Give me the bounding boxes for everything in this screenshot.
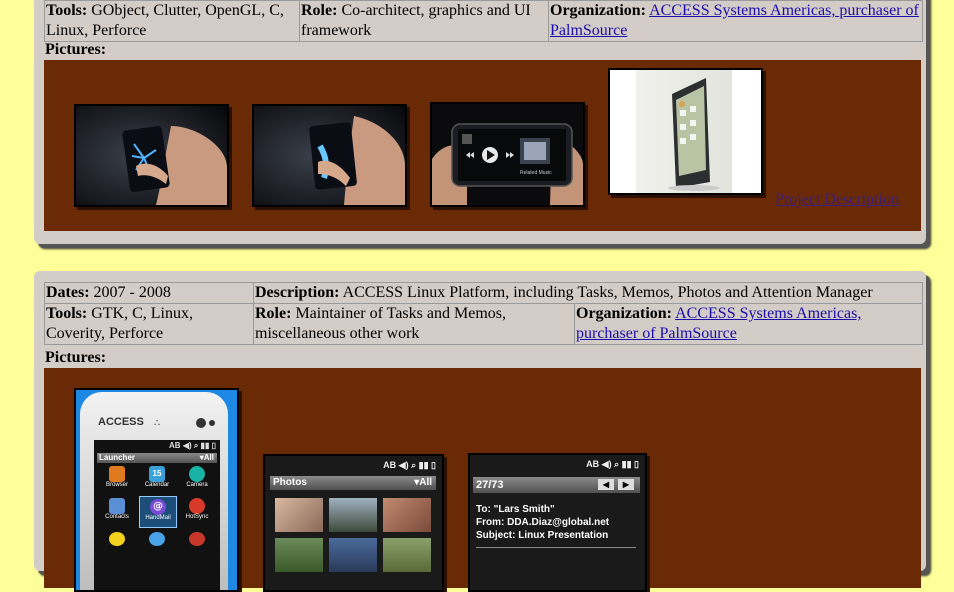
screenshot-photos[interactable]: AB ◀) ⌕ ▮▮ ▯ Photos ▾All xyxy=(263,454,444,592)
photos-title: Photos xyxy=(273,477,307,488)
mail-nav-bar: 27/73 ◀ ▶ xyxy=(473,477,640,493)
description-cell: Description: ACCESS Linux Platform, incl… xyxy=(253,282,923,304)
next-arrow-icon[interactable]: ▶ xyxy=(618,479,634,490)
organization-label: Organization: xyxy=(576,305,672,322)
status-bar: AB ◀) ⌕ ▮▮ ▯ xyxy=(169,441,216,450)
tools-label: Tools: xyxy=(46,305,88,322)
app-camera[interactable]: Camera xyxy=(179,466,215,488)
app-icon[interactable] xyxy=(189,532,205,546)
launcher-screen: AB ◀) ⌕ ▮▮ ▯ Launcher ▾All Browser 15 Ca… xyxy=(94,440,220,590)
calendar-icon: 15 xyxy=(149,466,165,482)
organization-cell: Organization: ACCESS Systems Americas, p… xyxy=(548,0,923,42)
role-cell: Role: Co-architect, graphics and UI fram… xyxy=(299,0,549,42)
organization-cell: Organization: ACCESS Systems Americas, p… xyxy=(574,303,923,345)
standing-device-image xyxy=(610,70,761,193)
divider xyxy=(476,547,636,548)
contacts-icon xyxy=(109,498,125,514)
music-player-image: Related Music xyxy=(432,104,583,205)
screenshot-launcher[interactable]: ACCESS ∴ AB ◀) ⌕ ▮▮ ▯ Launcher ▾All Brow… xyxy=(74,388,239,592)
role-cell: Role: Maintainer of Tasks and Memos, mis… xyxy=(253,303,575,345)
pictures-gallery: Related Music Project Description xyxy=(44,60,921,231)
launcher-title: Launcher xyxy=(99,453,136,462)
related-music-caption: Related Music xyxy=(520,170,552,176)
photo-tile[interactable] xyxy=(329,538,377,572)
app-contacts[interactable]: Contacts xyxy=(99,498,135,520)
photo-tile[interactable] xyxy=(275,498,323,532)
photo-thumbnail-gesture-1[interactable] xyxy=(74,104,229,207)
pictures-label: Pictures: xyxy=(45,41,107,58)
project-panel-1: Tools: GObject, Clutter, OpenGL, C, Linu… xyxy=(34,0,926,244)
dates-label: Dates: xyxy=(46,284,90,301)
mail-at-icon: @ xyxy=(150,499,166,515)
dots-icon: ∴ xyxy=(154,418,161,429)
hotsync-icon xyxy=(189,498,205,514)
pictures-label: Pictures: xyxy=(45,349,107,366)
status-text: AB xyxy=(169,441,181,450)
pictures-gallery: ACCESS ∴ AB ◀) ⌕ ▮▮ ▯ Launcher ▾All Brow… xyxy=(44,368,921,592)
phone-gesture-image xyxy=(76,106,227,205)
screenshot-mail[interactable]: AB ◀) ⌕ ▮▮ ▯ 27/73 ◀ ▶ To: "Lars Smith" … xyxy=(468,453,647,592)
table-row: Tools: GObject, Clutter, OpenGL, C, Linu… xyxy=(44,0,923,42)
project-2-info-table: Dates: 2007 - 2008 Description: ACCESS L… xyxy=(44,282,923,345)
app-hotsync[interactable]: HotSync xyxy=(179,498,215,520)
project-description-link[interactable]: Project Description xyxy=(775,190,899,210)
prev-arrow-icon[interactable]: ◀ xyxy=(598,479,614,490)
project-1-info-table: Tools: GObject, Clutter, OpenGL, C, Linu… xyxy=(44,0,923,42)
description-value: ACCESS Linux Platform, including Tasks, … xyxy=(342,284,873,301)
organization-label: Organization: xyxy=(550,2,646,19)
smiley-icon[interactable] xyxy=(109,532,125,546)
launcher-filter[interactable]: ▾All xyxy=(200,453,214,463)
photos-filter[interactable]: ▾All xyxy=(414,476,432,490)
description-label: Description: xyxy=(255,284,340,301)
project-panel-2: Dates: 2007 - 2008 Description: ACCESS L… xyxy=(34,271,926,592)
mail-header: To: "Lars Smith" From: DDA.Diaz@global.n… xyxy=(476,503,609,542)
camera-lens-icon xyxy=(196,418,206,428)
dates-value: 2007 - 2008 xyxy=(93,284,171,301)
photo-thumbnail-music-player[interactable]: Related Music xyxy=(430,102,585,207)
device-body: ACCESS ∴ AB ◀) ⌕ ▮▮ ▯ Launcher ▾All Brow… xyxy=(80,392,228,590)
role-label: Role: xyxy=(255,305,292,322)
role-label: Role: xyxy=(301,2,338,19)
role-value: Maintainer of Tasks and Memos, miscellan… xyxy=(255,305,506,342)
photo-thumbnail-gesture-2[interactable] xyxy=(252,104,407,207)
status-bar: AB ◀) ⌕ ▮▮ ▯ xyxy=(586,459,639,469)
tools-label: Tools: xyxy=(46,2,88,19)
app-icon[interactable] xyxy=(149,532,165,546)
status-bar: AB ◀) ⌕ ▮▮ ▯ xyxy=(383,460,436,470)
phone-gesture-image xyxy=(254,106,405,205)
tools-cell: Tools: GTK, C, Linux, Coverity, Perforce xyxy=(44,303,254,345)
mail-subject: Subject: Linux Presentation xyxy=(476,530,609,541)
browser-icon xyxy=(109,466,125,482)
app-handmail[interactable]: @ HandMail xyxy=(139,496,177,528)
mail-counter: 27/73 xyxy=(476,479,504,491)
photo-tile[interactable] xyxy=(275,538,323,572)
table-row: Tools: GTK, C, Linux, Coverity, Perforce… xyxy=(44,303,923,345)
photos-title-bar: Photos ▾All xyxy=(270,476,436,490)
mail-to: To: "Lars Smith" xyxy=(476,504,555,515)
photo-tile[interactable] xyxy=(329,498,377,532)
photo-tile[interactable] xyxy=(383,498,431,532)
photo-thumbnail-device-standing[interactable] xyxy=(608,68,763,195)
app-calendar[interactable]: 15 Calendar xyxy=(139,466,175,488)
launcher-title-bar: Launcher ▾All xyxy=(97,453,217,463)
tools-cell: Tools: GObject, Clutter, OpenGL, C, Linu… xyxy=(44,0,300,42)
table-row: Dates: 2007 - 2008 Description: ACCESS L… xyxy=(44,282,923,304)
dates-cell: Dates: 2007 - 2008 xyxy=(44,282,254,304)
app-browser[interactable]: Browser xyxy=(99,466,135,488)
brand-logo: ACCESS xyxy=(98,416,144,428)
sensor-icon xyxy=(209,420,215,426)
photo-tile[interactable] xyxy=(383,538,431,572)
mail-from: From: DDA.Diaz@global.net xyxy=(476,517,610,528)
camera-icon xyxy=(189,466,205,482)
